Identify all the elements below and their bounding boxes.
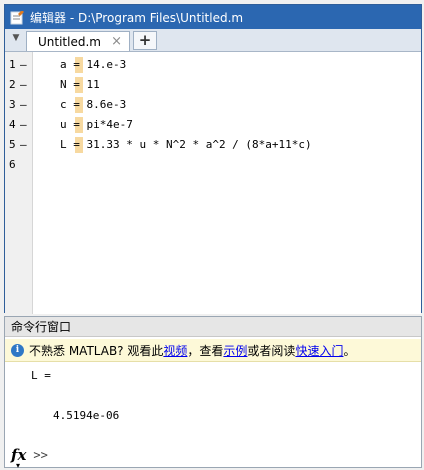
code-line-1[interactable]: 1 – a = 14.e-3 [5,55,421,75]
command-window-header: 命令行窗口 [5,317,421,337]
editor-titlebar: 编辑器 - D:\Program Files\Untitled.m [5,5,421,29]
code-line-2[interactable]: 2 – N = 11 [5,75,421,95]
line-number: 1 [9,58,16,71]
line-number: 3 [9,98,16,111]
code-text: u = pi*4e-7 [60,118,133,131]
editor-title: 编辑器 - D:\Program Files\Untitled.m [30,10,244,25]
editor-app-icon [10,10,24,25]
code-line-4[interactable]: 4 – u = pi*4e-7 [5,115,421,135]
code-line-5[interactable]: 5 – L = 31.33 * u * N^2 * a^2 / (8*a+11*… [5,135,421,155]
editor-tabbar: ▼ Untitled.m × + [5,29,421,52]
breakpoint-marker[interactable]: – [20,55,27,75]
command-prompt: >> [33,448,48,462]
code-text: L = 31.33 * u * N^2 * a^2 / (8*a+11*c) [60,138,312,151]
line-number: 5 [9,138,16,151]
command-window: 命令行窗口 i 不熟悉 MATLAB? 观看此 视频 ，查看 示例 或者阅读 快… [4,316,422,470]
fx-caret-icon: ▾ [16,460,21,470]
editor-window: 编辑器 - D:\Program Files\Untitled.m ▼ Unti… [4,4,422,314]
output-variable: L = [31,369,51,382]
tab-close-icon[interactable]: × [111,34,122,49]
breakpoint-marker[interactable]: – [20,75,27,95]
tab-dropdown-icon[interactable]: ▼ [10,33,22,47]
quickstart-link[interactable]: 快速入门 [295,342,343,359]
code-text: a = 14.e-3 [60,58,127,71]
info-text-prefix: 不熟悉 MATLAB? 观看此 [29,343,164,358]
tab-untitled[interactable]: Untitled.m × [26,31,130,51]
command-output: L = 4.5194e-06 [5,361,421,441]
info-icon: i [11,343,24,357]
line-number: 6 [9,158,16,171]
info-text-suffix: 。 [343,343,356,358]
info-bar: i 不熟悉 MATLAB? 观看此 视频 ，查看 示例 或者阅读 快速入门 。 [5,339,421,362]
tab-label: Untitled.m [38,34,101,49]
info-text-mid: ，查看 [187,343,224,358]
code-line-6[interactable]: 6 [5,155,421,175]
video-link[interactable]: 视频 [163,342,187,359]
function-browser-icon[interactable]: fx ▾ [11,446,26,470]
line-number: 4 [9,118,16,131]
breakpoint-marker[interactable]: – [20,135,27,155]
info-text-mid2: 或者阅读 [247,343,296,358]
breakpoint-marker[interactable]: – [20,115,27,135]
line-number: 2 [9,78,16,91]
example-link[interactable]: 示例 [223,342,247,359]
new-tab-button[interactable]: + [133,31,157,50]
breakpoint-marker[interactable]: – [20,95,27,115]
code-editor[interactable]: 1 – a = 14.e-3 2 – N = 11 3 – c = 8.6e-3… [5,52,421,314]
command-prompt-row[interactable]: fx ▾ >> [5,444,421,470]
code-text: N = 11 [60,78,100,91]
output-value: 4.5194e-06 [53,409,120,422]
code-text: c = 8.6e-3 [60,98,127,111]
code-line-3[interactable]: 3 – c = 8.6e-3 [5,95,421,115]
